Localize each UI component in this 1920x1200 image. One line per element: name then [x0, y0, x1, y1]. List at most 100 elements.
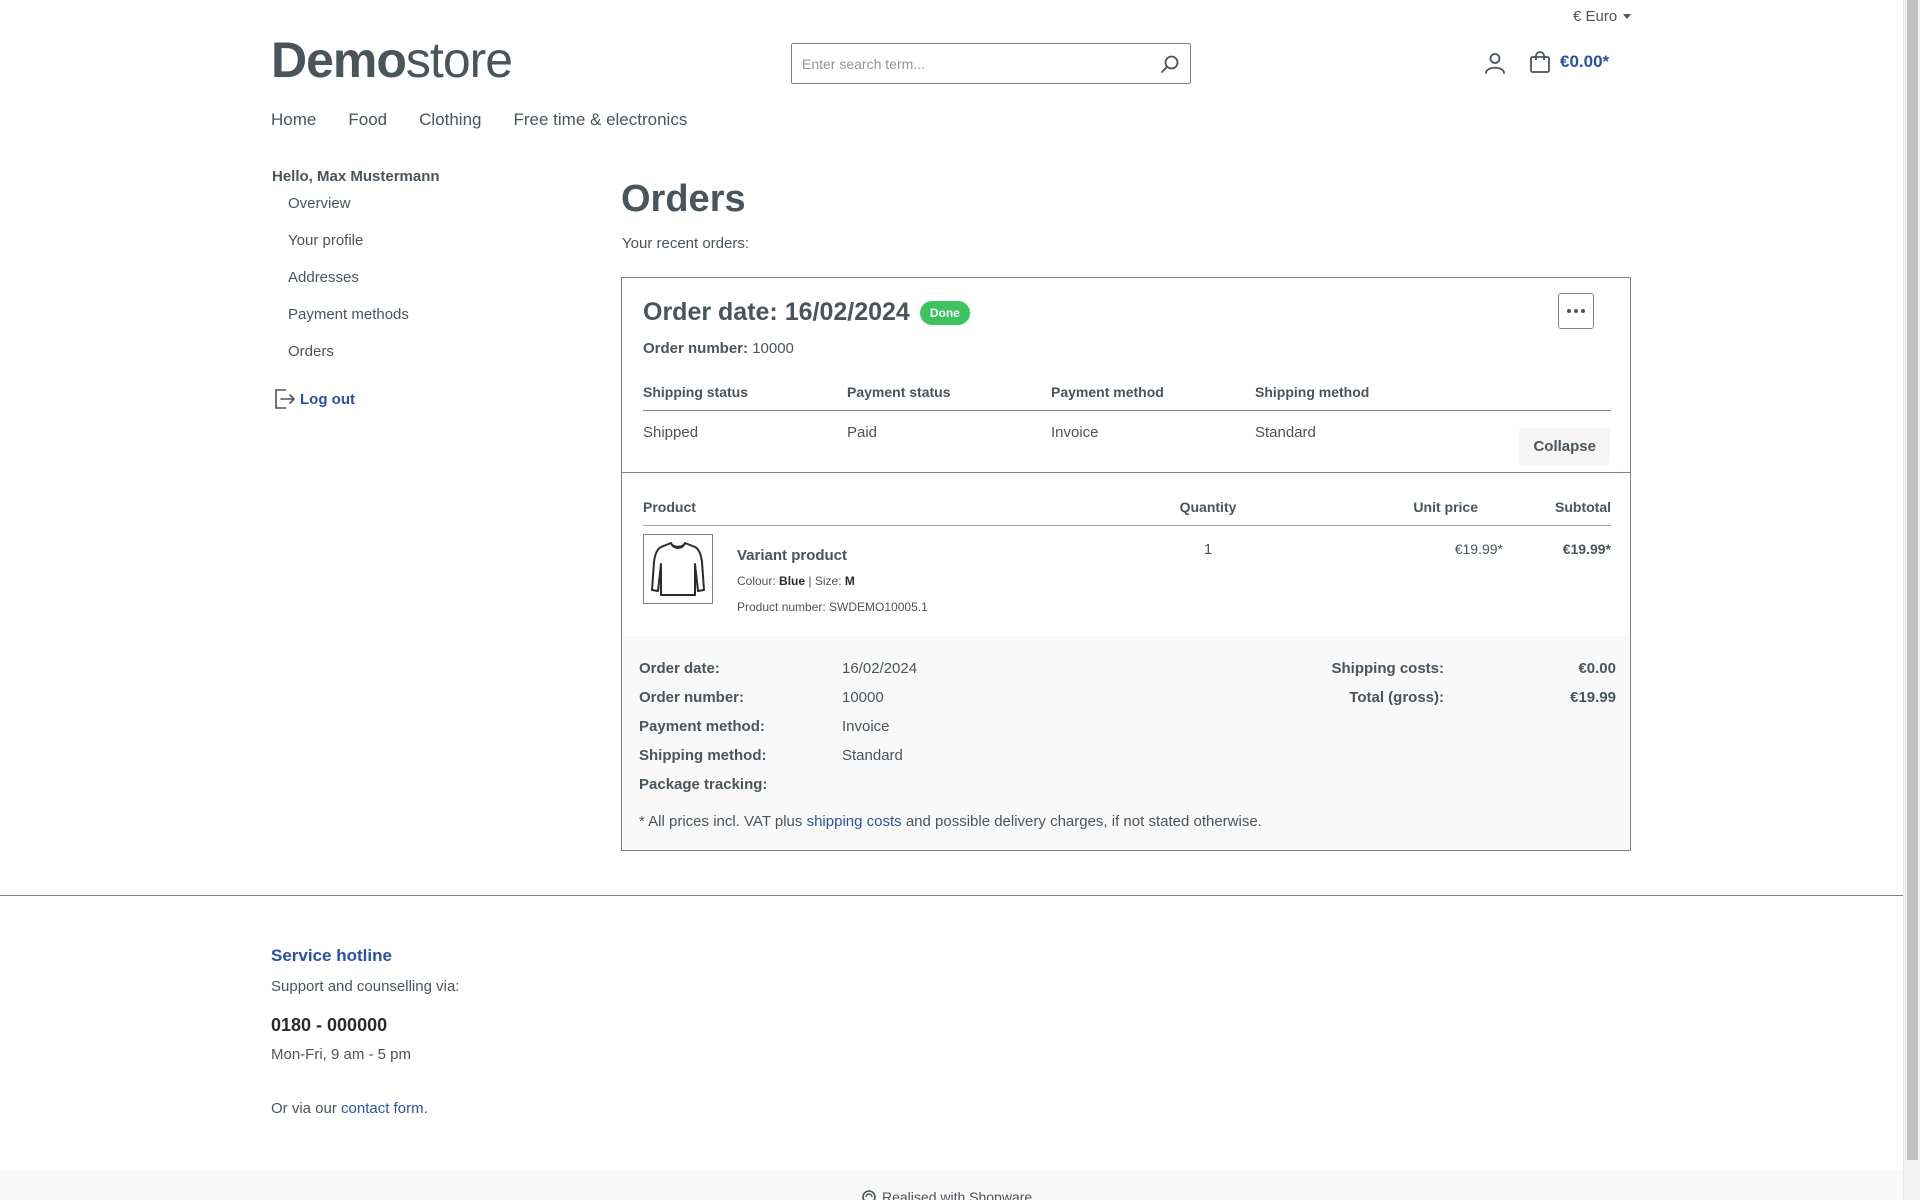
hotline-title: Service hotline	[271, 946, 392, 965]
hotline-subtitle: Support and counselling via:	[271, 978, 460, 995]
shipping-costs-label: Shipping costs:	[1331, 660, 1445, 677]
option-separator: |	[808, 574, 812, 588]
line-unit-price: €19.99*	[1454, 541, 1503, 557]
price-disclaimer: * All prices incl. VAT plus shipping cos…	[639, 813, 1262, 830]
cart-button[interactable]: €0.00*	[1528, 50, 1609, 74]
order-number-value: 10000	[752, 340, 794, 357]
currency-selector[interactable]: € Euro	[1573, 8, 1632, 25]
page-title: Orders	[621, 178, 746, 220]
summary-row-payment-method: Payment method: Invoice	[639, 718, 890, 735]
summary-row-order-number: Order number: 10000	[639, 689, 884, 706]
summary-row-order-date: Order date: 16/02/2024	[639, 660, 917, 677]
page-scrollbar[interactable]	[1903, 0, 1920, 1200]
order-card: Order date: 16/02/2024 Done Order number…	[621, 277, 1631, 851]
page-subtitle: Your recent orders:	[622, 235, 750, 252]
logo-bold: Demo	[271, 32, 407, 88]
status-badge: Done	[919, 300, 970, 325]
value-payment-method: Invoice	[1051, 424, 1099, 441]
contact-text: Or via our contact form.	[271, 1100, 428, 1117]
dot-icon	[1567, 309, 1571, 313]
value-shipping-method: Standard	[1255, 424, 1316, 441]
order-items-table: Product Quantity Unit price Subtotal Var…	[643, 499, 1611, 614]
header-shipping-method: Shipping method	[1255, 384, 1370, 400]
sidebar-item-orders[interactable]: Orders	[272, 341, 440, 378]
sidebar-item-overview[interactable]: Overview	[272, 193, 440, 230]
store-logo[interactable]: Demostore	[271, 30, 513, 90]
hotline-phone[interactable]: 0180 - 000000	[271, 1015, 387, 1036]
shipping-costs-link[interactable]: shipping costs	[807, 813, 902, 830]
summary-value: 16/02/2024	[842, 660, 918, 677]
search-bar	[791, 43, 1191, 84]
contact-post: .	[423, 1100, 428, 1117]
nav-item-clothing[interactable]: Clothing	[419, 110, 481, 130]
main-navigation: Home Food Clothing Free time & electroni…	[271, 110, 687, 130]
currency-label: € Euro	[1573, 8, 1618, 25]
search-button[interactable]	[1150, 44, 1190, 83]
sidebar-item-addresses[interactable]: Addresses	[272, 267, 440, 304]
line-subtotal: €19.99*	[1562, 541, 1611, 557]
greeting: Hello, Max Mustermann	[272, 168, 440, 185]
order-number: Order number: 10000	[643, 340, 794, 357]
shirt-icon	[651, 542, 705, 596]
order-actions-menu-button[interactable]	[1558, 293, 1594, 329]
total-gross-label: Total (gross):	[1349, 689, 1444, 706]
collapse-button[interactable]: Collapse	[1519, 428, 1610, 465]
summary-value: Standard	[842, 747, 903, 764]
product-number: Product number: SWDEMO10005.1	[737, 600, 928, 614]
account-sidebar: Hello, Max Mustermann Overview Your prof…	[272, 168, 440, 411]
nav-item-food[interactable]: Food	[348, 110, 387, 130]
colour-value: Blue	[779, 574, 806, 588]
summary-value: Invoice	[842, 718, 890, 735]
header-product: Product	[643, 499, 696, 515]
footer-divider	[0, 895, 1903, 896]
order-date-heading: Order date: 16/02/2024	[643, 298, 910, 326]
sidebar-item-payment-methods[interactable]: Payment methods	[272, 304, 440, 341]
scrollbar-thumb[interactable]	[1907, 0, 1918, 1160]
nav-item-free-time-electronics[interactable]: Free time & electronics	[513, 110, 687, 130]
order-number-label: Order number:	[643, 340, 749, 357]
order-date-title: Order date: 16/02/2024 Done	[643, 298, 970, 327]
logo-light: store	[405, 32, 513, 88]
summary-key: Shipping method:	[639, 747, 767, 764]
order-status-table: Shipping status Payment status Payment m…	[643, 384, 1611, 441]
realised-with-shopware[interactable]: Realised with Shopware	[862, 1189, 1032, 1200]
colour-label: Colour:	[737, 574, 776, 588]
summary-key: Order number:	[639, 689, 745, 706]
shopping-bag-icon	[1530, 51, 1550, 73]
summary-key: Package tracking:	[639, 776, 768, 793]
contact-form-link[interactable]: contact form	[341, 1100, 424, 1117]
header-quantity: Quantity	[1179, 499, 1237, 515]
dot-icon	[1574, 309, 1578, 313]
dot-icon	[1581, 309, 1585, 313]
line-quantity: 1	[1203, 541, 1213, 558]
product-name[interactable]: Variant product	[737, 547, 847, 564]
logout-label: Log out	[300, 390, 355, 408]
summary-row-shipping-method: Shipping method: Standard	[639, 747, 903, 764]
total-gross-value: €19.99	[1570, 689, 1616, 706]
product-image[interactable]	[643, 534, 713, 604]
summary-value: 10000	[842, 689, 884, 706]
search-input[interactable]	[792, 44, 1150, 83]
account-button[interactable]	[1483, 51, 1507, 75]
status-value-row: Shipped Paid Invoice Standard	[643, 411, 1611, 441]
items-header-row: Product Quantity Unit price Subtotal	[643, 499, 1611, 526]
order-header: Order date: 16/02/2024 Done Order number…	[622, 278, 1630, 473]
value-shipping-status: Shipped	[643, 424, 699, 441]
nav-item-home[interactable]: Home	[271, 110, 316, 130]
size-value: M	[844, 574, 855, 588]
value-payment-status: Paid	[847, 424, 878, 441]
shopware-logo-icon	[862, 1190, 876, 1200]
header-payment-status: Payment status	[847, 384, 951, 400]
header-unit-price: Unit price	[1413, 499, 1478, 515]
size-label: Size:	[814, 574, 842, 588]
disclaimer-text-pre: * All prices incl. VAT plus	[639, 813, 803, 830]
realised-label: Realised with Shopware	[882, 1189, 1033, 1200]
summary-row-package-tracking: Package tracking:	[639, 776, 842, 793]
search-icon	[1161, 55, 1179, 73]
product-options: Colour: Blue | Size: M	[737, 574, 855, 588]
hotline-hours: Mon-Fri, 9 am - 5 pm	[271, 1046, 412, 1063]
shipping-costs-value: €0.00	[1578, 660, 1616, 677]
sidebar-item-profile[interactable]: Your profile	[272, 230, 440, 267]
logout-icon	[275, 389, 295, 409]
logout-link[interactable]: Log out	[272, 387, 440, 411]
